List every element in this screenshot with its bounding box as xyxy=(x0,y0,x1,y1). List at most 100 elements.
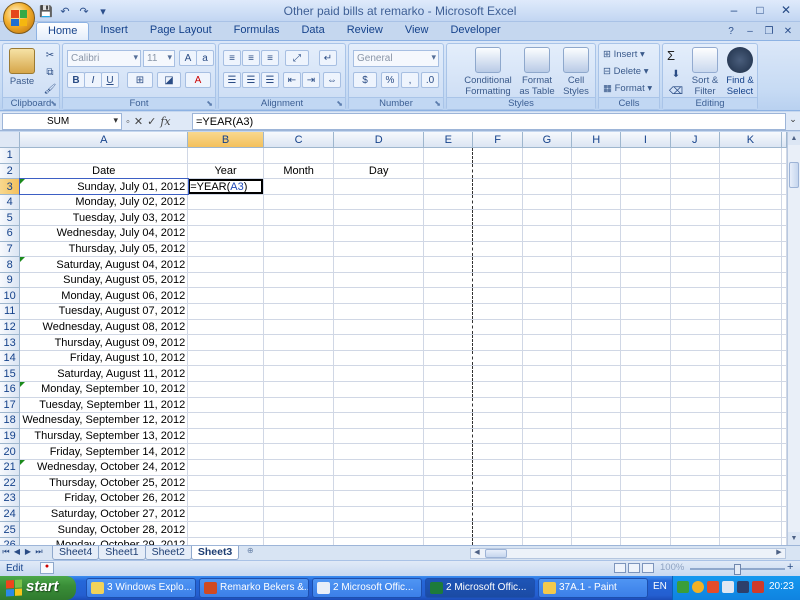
row-header[interactable]: 4 xyxy=(0,194,21,211)
cell-b[interactable] xyxy=(187,459,264,476)
cell-j[interactable] xyxy=(670,303,720,320)
cell-k[interactable] xyxy=(719,521,783,538)
cell-f[interactable] xyxy=(472,319,523,336)
cell-g[interactable] xyxy=(522,350,573,367)
cell-d[interactable] xyxy=(333,287,425,305)
autosum-button[interactable]: Σ xyxy=(667,48,675,63)
select-all-corner[interactable] xyxy=(0,132,21,149)
italic-button[interactable]: I xyxy=(84,72,102,88)
align-left-icon[interactable]: ☰ xyxy=(223,72,241,88)
cell-k[interactable] xyxy=(719,397,783,414)
cell-h[interactable] xyxy=(571,241,622,258)
cell-b[interactable] xyxy=(187,303,264,320)
sort-filter-button[interactable]: Sort & Filter xyxy=(689,47,721,97)
cell-b[interactable] xyxy=(187,272,264,289)
antivirus-icon[interactable] xyxy=(707,581,719,593)
cell-j[interactable] xyxy=(670,397,720,414)
cell-overflow[interactable] xyxy=(781,256,787,273)
cell-h[interactable] xyxy=(571,209,622,227)
active-editing-cell[interactable]: =YEAR(A3) xyxy=(187,178,264,195)
cell-c[interactable] xyxy=(263,225,335,242)
cell-k[interactable] xyxy=(719,412,783,429)
worksheet-grid[interactable]: A B C D E F G H I J K 1 2 Date Year Month Day 3 Sunday, Ju… xyxy=(0,132,787,545)
row-header[interactable]: 12 xyxy=(0,319,21,336)
cell-f[interactable] xyxy=(472,428,523,445)
cell-e[interactable] xyxy=(423,303,474,320)
cell-e[interactable] xyxy=(423,350,474,367)
merge-center-icon[interactable]: ⇔ xyxy=(323,72,341,88)
cell-h[interactable] xyxy=(571,412,622,429)
cell-e[interactable] xyxy=(423,256,474,273)
date-cell[interactable]: Wednesday, July 04, 2012 xyxy=(19,225,189,242)
cell-c[interactable] xyxy=(263,475,335,492)
cell-h[interactable] xyxy=(571,350,622,367)
help-icon[interactable]: ? xyxy=(723,23,739,39)
expand-formula-bar-icon[interactable]: ⌄ xyxy=(787,114,799,129)
cell-d[interactable] xyxy=(333,521,425,538)
cell-d[interactable] xyxy=(333,178,425,195)
column-header-h[interactable]: H xyxy=(571,132,622,149)
cell-h[interactable] xyxy=(571,225,622,242)
cell-c[interactable] xyxy=(263,506,335,523)
font-launcher-icon[interactable]: ⬊ xyxy=(206,99,213,108)
cell-f[interactable] xyxy=(472,225,523,242)
tab-review[interactable]: Review xyxy=(336,22,394,40)
cell-k[interactable] xyxy=(719,225,783,242)
cell-h[interactable] xyxy=(571,194,622,211)
cell-g[interactable] xyxy=(522,537,573,545)
date-cell[interactable]: Thursday, September 13, 2012 xyxy=(19,428,189,445)
cell-k[interactable] xyxy=(719,506,783,523)
font-name-combo[interactable]: Calibri xyxy=(67,50,141,67)
scroll-right-icon[interactable]: ▶ xyxy=(773,548,785,556)
cell-b[interactable] xyxy=(187,537,264,545)
cell-overflow[interactable] xyxy=(781,334,787,351)
vertical-scroll-thumb[interactable] xyxy=(789,162,799,188)
zoom-level[interactable]: 100% xyxy=(660,562,684,573)
alignment-launcher-icon[interactable]: ⬊ xyxy=(336,99,343,108)
cell-h[interactable] xyxy=(571,163,622,180)
currency-icon[interactable]: $ xyxy=(353,72,377,88)
cell-c[interactable] xyxy=(263,537,335,545)
cell-e[interactable] xyxy=(423,334,474,351)
cell-b[interactable] xyxy=(187,397,264,414)
cell-j[interactable] xyxy=(670,272,720,289)
underline-button[interactable]: U xyxy=(101,72,119,88)
cell-k[interactable] xyxy=(719,428,783,445)
task-microsoft-office-2[interactable]: 2 Microsoft Offic... xyxy=(425,578,535,598)
cell-i[interactable] xyxy=(620,521,671,538)
cell-h[interactable] xyxy=(571,506,622,523)
cell-h[interactable] xyxy=(571,319,622,336)
cell-g[interactable] xyxy=(522,303,573,320)
cell-overflow[interactable] xyxy=(781,521,787,538)
date-cell[interactable]: Saturday, October 27, 2012 xyxy=(19,506,189,523)
cell-f[interactable] xyxy=(472,256,523,273)
cell-g[interactable] xyxy=(522,381,573,398)
cell-b[interactable] xyxy=(187,241,264,258)
horizontal-scrollbar[interactable]: ◀ ▶ xyxy=(470,548,786,559)
cell-k[interactable] xyxy=(719,475,783,492)
cell-f[interactable] xyxy=(472,241,523,258)
cell-a[interactable] xyxy=(19,147,189,164)
cell-k[interactable] xyxy=(719,381,783,398)
cell-e[interactable] xyxy=(423,412,474,429)
cell-e[interactable] xyxy=(423,443,474,460)
cell-e[interactable] xyxy=(423,147,474,164)
cell-e[interactable] xyxy=(423,225,474,242)
cell-b[interactable] xyxy=(187,506,264,523)
cell-i[interactable] xyxy=(620,459,671,476)
confirm-entry-icon[interactable]: ✓ xyxy=(147,115,156,128)
scroll-left-icon[interactable]: ◀ xyxy=(471,548,483,556)
cell-overflow[interactable] xyxy=(781,490,787,507)
cell-k[interactable] xyxy=(719,365,783,382)
cell-c[interactable] xyxy=(263,147,335,164)
cell-e[interactable] xyxy=(423,506,474,523)
column-header-e[interactable]: E xyxy=(423,132,474,149)
cell-i[interactable] xyxy=(620,147,671,164)
tab-page-layout[interactable]: Page Layout xyxy=(139,22,223,40)
number-launcher-icon[interactable]: ⬊ xyxy=(434,99,441,108)
date-cell[interactable]: Sunday, October 28, 2012 xyxy=(19,521,189,538)
decimal-icon[interactable]: .0 xyxy=(421,72,439,88)
cell-h[interactable] xyxy=(571,443,622,460)
cell-e[interactable] xyxy=(423,272,474,289)
cell-j[interactable] xyxy=(670,194,720,211)
